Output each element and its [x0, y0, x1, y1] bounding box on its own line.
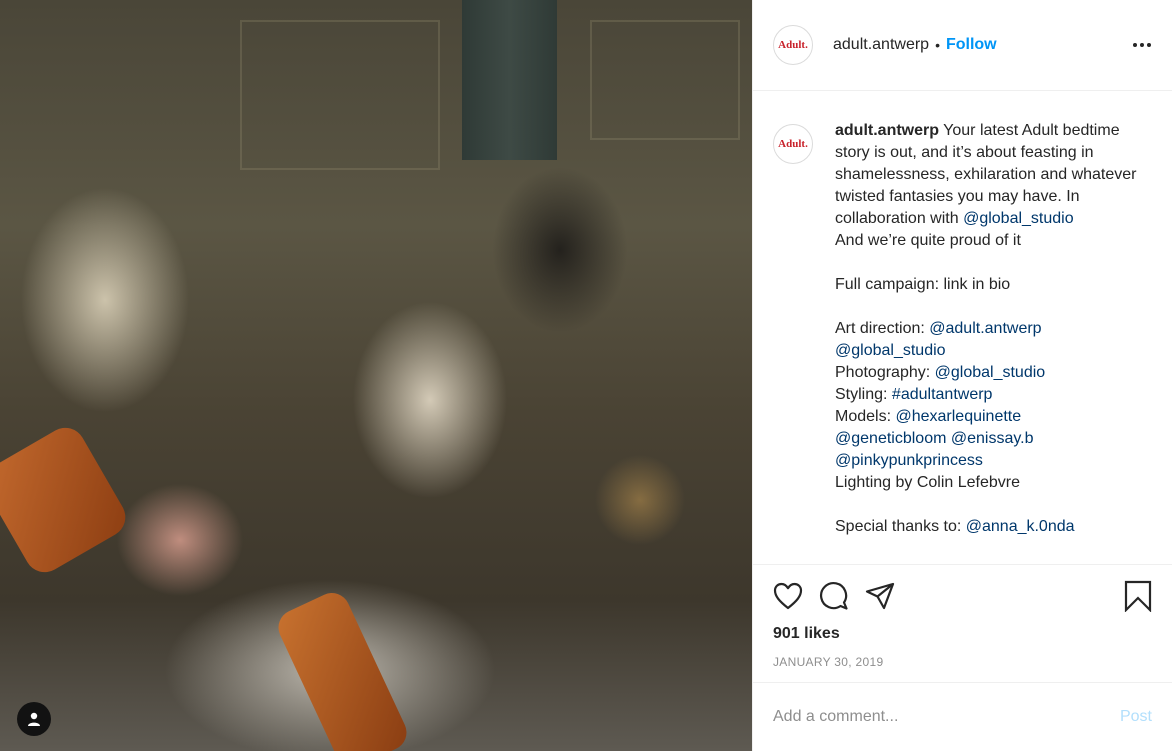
comments-section[interactable]: Adult. adult.antwerp Your latest Adult b… [753, 92, 1172, 564]
share-button[interactable] [865, 582, 895, 610]
heart-icon [773, 582, 803, 610]
caption-credit-line: Special thanks to: @anna_k.0nda [835, 516, 1152, 538]
more-horizontal-icon [1133, 43, 1151, 47]
post-header: Adult. adult.antwerp • Follow [753, 0, 1172, 91]
action-icons [773, 579, 1152, 613]
caption-line: Full campaign: link in bio [835, 276, 1011, 293]
more-options-button[interactable] [1132, 42, 1152, 48]
mention-link[interactable]: @enissay.b [951, 430, 1034, 447]
caption-credit-line: Photography: @global_studio [835, 362, 1152, 384]
caption-credit-line: @global_studio [835, 340, 1152, 362]
mention-link[interactable]: @global_studio [835, 342, 946, 359]
person-icon [28, 712, 40, 726]
header-username[interactable]: adult.antwerp [833, 36, 929, 54]
post-sidebar: Adult. adult.antwerp • Follow Adult. adu… [752, 0, 1172, 751]
mention-link[interactable]: @geneticbloom [835, 430, 946, 447]
comment-button[interactable] [819, 581, 849, 611]
mention-link[interactable]: @hexarlequinette [895, 408, 1021, 425]
post-comment-button[interactable]: Post [1120, 708, 1152, 726]
caption-line: And we’re quite proud of it [835, 232, 1021, 249]
caption-credit-line: Models: @hexarlequinette [835, 406, 1152, 428]
post-photo[interactable] [0, 0, 752, 751]
hashtag-link[interactable]: #adultantwerp [892, 386, 993, 403]
mention-link[interactable]: @anna_k.0nda [966, 518, 1075, 535]
green-column [462, 0, 557, 160]
orange-boot [272, 587, 413, 751]
caption-credit-line: Styling: #adultantwerp [835, 384, 1152, 406]
mention-link[interactable]: @adult.antwerp [929, 320, 1041, 337]
comment-icon [819, 581, 848, 610]
caption: adult.antwerp Your latest Adult bedtime … [835, 120, 1152, 564]
share-icon [865, 582, 895, 610]
caption-username[interactable]: adult.antwerp [835, 122, 939, 139]
caption-first-paragraph: adult.antwerp Your latest Adult bedtime … [835, 120, 1152, 230]
wall-panel [240, 20, 440, 170]
mention-link[interactable]: @global_studio [963, 210, 1074, 227]
caption-credit-line: @pinkypunkprincess [835, 450, 1152, 472]
add-comment-bar: Post [753, 682, 1172, 751]
separator-dot: • [935, 37, 940, 53]
credit-prefix: Art direction: [835, 320, 930, 337]
like-button[interactable] [773, 582, 803, 610]
like-count[interactable]: 901 likes [773, 625, 1152, 643]
bookmark-icon [1124, 580, 1152, 612]
user-tag-button[interactable] [17, 702, 51, 736]
mention-link[interactable]: @pinkypunkprincess [835, 452, 983, 469]
caption-avatar[interactable]: Adult. [773, 124, 813, 164]
caption-credit-line: @geneticbloom @enissay.b [835, 428, 1152, 450]
caption-line: Lighting by Colin Lefebvre [835, 474, 1021, 491]
wall-panel [590, 20, 740, 140]
caption-credit-line: Art direction: @adult.antwerp [835, 318, 1152, 340]
post-date[interactable]: JANUARY 30, 2019 [773, 655, 1152, 669]
orange-boot [0, 420, 133, 580]
credit-prefix: Special thanks to: [835, 518, 966, 535]
credit-prefix: Styling: [835, 386, 892, 403]
credit-prefix: Models: [835, 408, 896, 425]
credit-prefix: Photography: [835, 364, 935, 381]
post-actions: 901 likes JANUARY 30, 2019 [753, 564, 1172, 669]
follow-button[interactable]: Follow [946, 36, 997, 54]
avatar[interactable]: Adult. [773, 25, 813, 65]
mention-link[interactable]: @global_studio [935, 364, 1046, 381]
save-button[interactable] [1124, 580, 1152, 612]
comment-input[interactable] [773, 708, 1120, 726]
